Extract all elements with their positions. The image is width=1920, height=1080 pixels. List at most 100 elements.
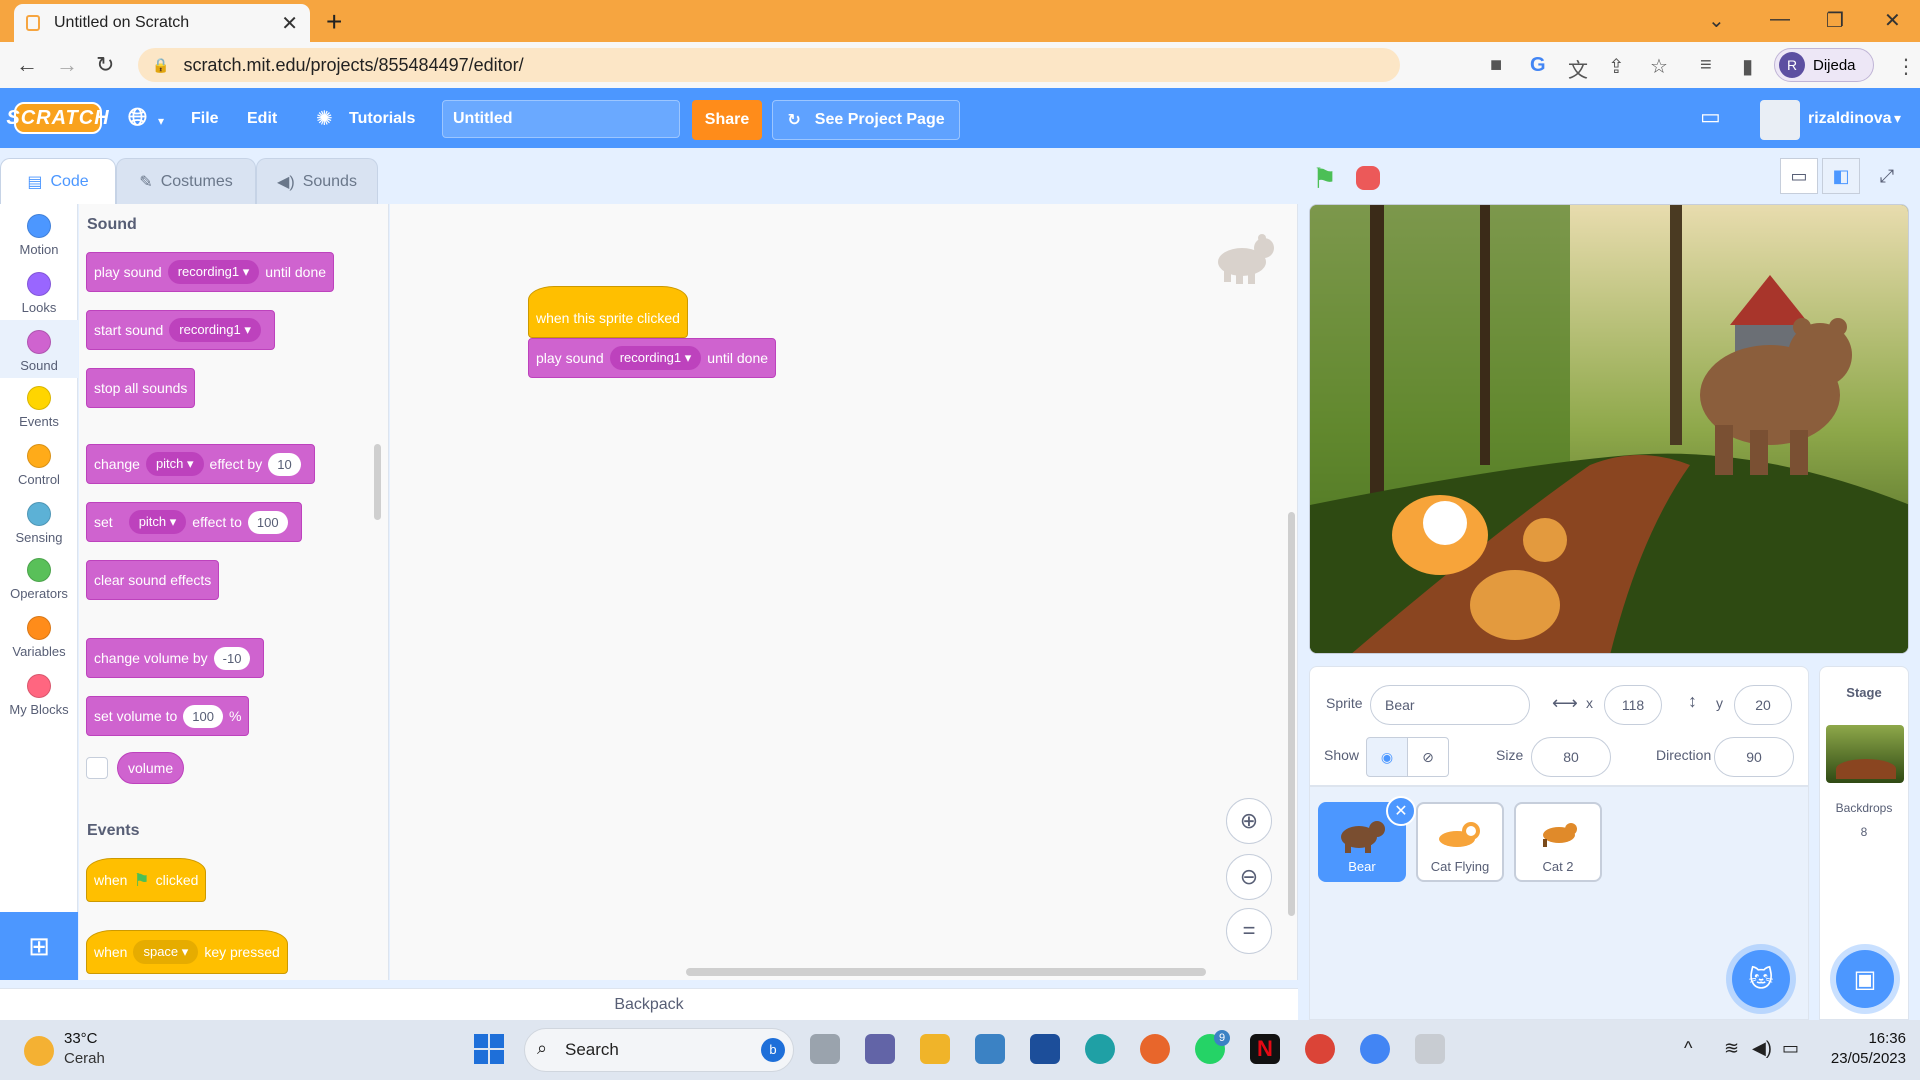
new-tab-button[interactable]: + (326, 6, 342, 38)
add-backdrop-button[interactable]: ▣ (1836, 950, 1894, 1008)
reload-icon[interactable]: ↻ (96, 52, 114, 78)
direction-input[interactable]: 90 (1714, 737, 1794, 777)
script-vertical-scrollbar[interactable] (1288, 512, 1295, 916)
sound-dropdown[interactable]: recording1 ▾ (609, 346, 702, 370)
volume-icon[interactable]: ◀) (1752, 1038, 1772, 1059)
number-input[interactable]: -10 (213, 646, 251, 670)
volume-monitor-checkbox[interactable] (86, 757, 108, 779)
effect-dropdown[interactable]: pitch ▾ (128, 510, 187, 534)
backpack[interactable]: Backpack (0, 988, 1298, 1020)
category-looks[interactable]: Looks (0, 272, 78, 315)
tutorials-button[interactable]: Tutorials (349, 110, 415, 128)
snipping-tool-icon[interactable] (1415, 1034, 1445, 1064)
block-change-effect-by[interactable]: change pitch ▾ effect by 10 (86, 444, 315, 484)
edit-menu[interactable]: Edit (247, 110, 277, 128)
file-menu[interactable]: File (191, 110, 219, 128)
x-input[interactable]: 118 (1604, 685, 1662, 725)
script-horizontal-scrollbar[interactable] (686, 968, 1206, 976)
effect-dropdown[interactable]: pitch ▾ (145, 452, 204, 476)
task-view-icon[interactable] (810, 1034, 840, 1064)
normal-stage-icon[interactable]: ◧ (1822, 158, 1860, 194)
tab-sounds[interactable]: ◀) Sounds (256, 158, 378, 204)
browser-menu-icon[interactable]: ⋮ (1896, 54, 1916, 79)
window-close-icon[interactable]: ✕ (1884, 8, 1901, 33)
green-flag-button[interactable]: ⚑ (1312, 162, 1337, 195)
account-chevron-down-icon[interactable]: ▾ (1894, 110, 1901, 127)
taskbar-search-input[interactable]: ⌕ Search b (524, 1028, 794, 1072)
url-input[interactable]: 🔒 scratch.mit.edu/projects/855484497/edi… (138, 48, 1400, 82)
tab-search-icon[interactable]: ⌄ (1708, 8, 1725, 33)
category-control[interactable]: Control (0, 444, 78, 487)
clock-date[interactable]: 23/05/2023 (1820, 1050, 1906, 1067)
show-visible-eye-icon[interactable]: ◉ (1366, 737, 1408, 777)
block-stop-all-sounds[interactable]: stop all sounds (86, 368, 196, 408)
forward-icon[interactable]: → (56, 52, 78, 78)
user-avatar[interactable] (1760, 100, 1800, 140)
restore-icon[interactable]: ❐ (1826, 8, 1844, 33)
script-area[interactable]: when this sprite clicked play sound reco… (390, 204, 1298, 980)
block-set-volume-to[interactable]: set volume to 100 % (86, 696, 250, 736)
small-stage-icon[interactable]: ▭ (1780, 158, 1818, 194)
size-input[interactable]: 80 (1531, 737, 1611, 777)
block-when-key-pressed[interactable]: when space ▾ key pressed (86, 930, 288, 974)
block-play-sound-until-done[interactable]: play sound recording1 ▾ until done (86, 252, 335, 292)
number-input[interactable]: 100 (247, 510, 288, 534)
microsoft-store-icon[interactable] (975, 1034, 1005, 1064)
see-project-page-button[interactable]: ↻ See Project Page (772, 100, 960, 140)
defender-icon[interactable] (1030, 1034, 1060, 1064)
category-motion[interactable]: Motion (0, 214, 78, 257)
script-hat-when-sprite-clicked[interactable]: when this sprite clicked (528, 286, 688, 338)
minimize-icon[interactable]: — (1770, 8, 1790, 31)
block-clear-sound-effects[interactable]: clear sound effects (86, 560, 220, 600)
y-input[interactable]: 20 (1734, 685, 1792, 725)
weather-desc[interactable]: Cerah (64, 1050, 105, 1067)
block-set-effect-to[interactable]: set pitch ▾ effect to 100 (86, 502, 302, 542)
chrome-icon[interactable] (1305, 1034, 1335, 1064)
sprite-thumb-cat-flying[interactable]: Cat Flying (1416, 802, 1504, 882)
translate-icon[interactable]: 文 (1568, 54, 1588, 83)
my-stuff-folder-icon[interactable]: ▭ (1700, 104, 1721, 130)
sound-dropdown[interactable]: recording1 ▾ (169, 318, 261, 342)
battery-icon[interactable]: ▭ (1782, 1038, 1799, 1059)
scratch-logo[interactable]: SCRATCH (6, 102, 109, 134)
category-sound[interactable]: Sound (0, 320, 78, 378)
category-operators[interactable]: Operators (0, 558, 78, 601)
script-play-sound-until-done[interactable]: play sound recording1 ▾ until done (528, 338, 777, 378)
edge-icon[interactable] (1085, 1034, 1115, 1064)
category-variables[interactable]: Variables (0, 616, 78, 659)
block-when-flag-clicked[interactable]: when ⚑ clicked (86, 858, 207, 902)
zoom-in-icon[interactable]: ⊕ (1226, 798, 1272, 844)
bookmark-star-icon[interactable]: ☆ (1650, 54, 1668, 79)
key-dropdown[interactable]: space ▾ (133, 940, 199, 964)
stop-button[interactable] (1356, 166, 1380, 190)
teams-chat-icon[interactable] (865, 1034, 895, 1064)
number-input[interactable]: 100 (183, 704, 223, 728)
windows-start-icon[interactable] (474, 1034, 504, 1064)
category-my-blocks[interactable]: My Blocks (0, 674, 78, 717)
camera-icon[interactable]: ■ (1490, 54, 1502, 77)
sprite-thumb-cat-2[interactable]: Cat 2 (1514, 802, 1602, 882)
language-globe-icon[interactable]: 🌐︎ (128, 104, 147, 132)
zoom-reset-icon[interactable]: = (1226, 908, 1272, 954)
chrome-profile-icon[interactable] (1360, 1034, 1390, 1064)
palette-scrollbar[interactable] (374, 444, 381, 520)
share-button[interactable]: Share (692, 100, 762, 140)
firefox-icon[interactable] (1140, 1034, 1170, 1064)
number-input[interactable]: 10 (268, 452, 301, 476)
weather-temp[interactable]: 33°C (64, 1030, 98, 1047)
sound-dropdown[interactable]: recording1 ▾ (167, 260, 260, 284)
file-explorer-icon[interactable] (920, 1034, 950, 1064)
google-icon[interactable]: G (1530, 54, 1546, 77)
add-extension-button[interactable]: ⊞ (0, 912, 78, 980)
clock-time[interactable]: 16:36 (1846, 1030, 1906, 1047)
netflix-icon[interactable]: N (1250, 1034, 1280, 1064)
share-page-icon[interactable]: ⇪ (1608, 54, 1625, 79)
delete-sprite-icon[interactable]: ✕ (1386, 796, 1416, 826)
tab-costumes[interactable]: ✎ Costumes (116, 158, 256, 204)
back-icon[interactable]: ← (16, 52, 38, 78)
tab-close-icon[interactable]: ✕ (281, 11, 298, 36)
project-title-input[interactable]: Untitled (442, 100, 680, 138)
wifi-icon[interactable]: ≋ (1724, 1038, 1739, 1059)
username[interactable]: rizaldinova (1808, 110, 1892, 128)
show-hidden-icons-icon[interactable]: ^ (1684, 1038, 1692, 1059)
